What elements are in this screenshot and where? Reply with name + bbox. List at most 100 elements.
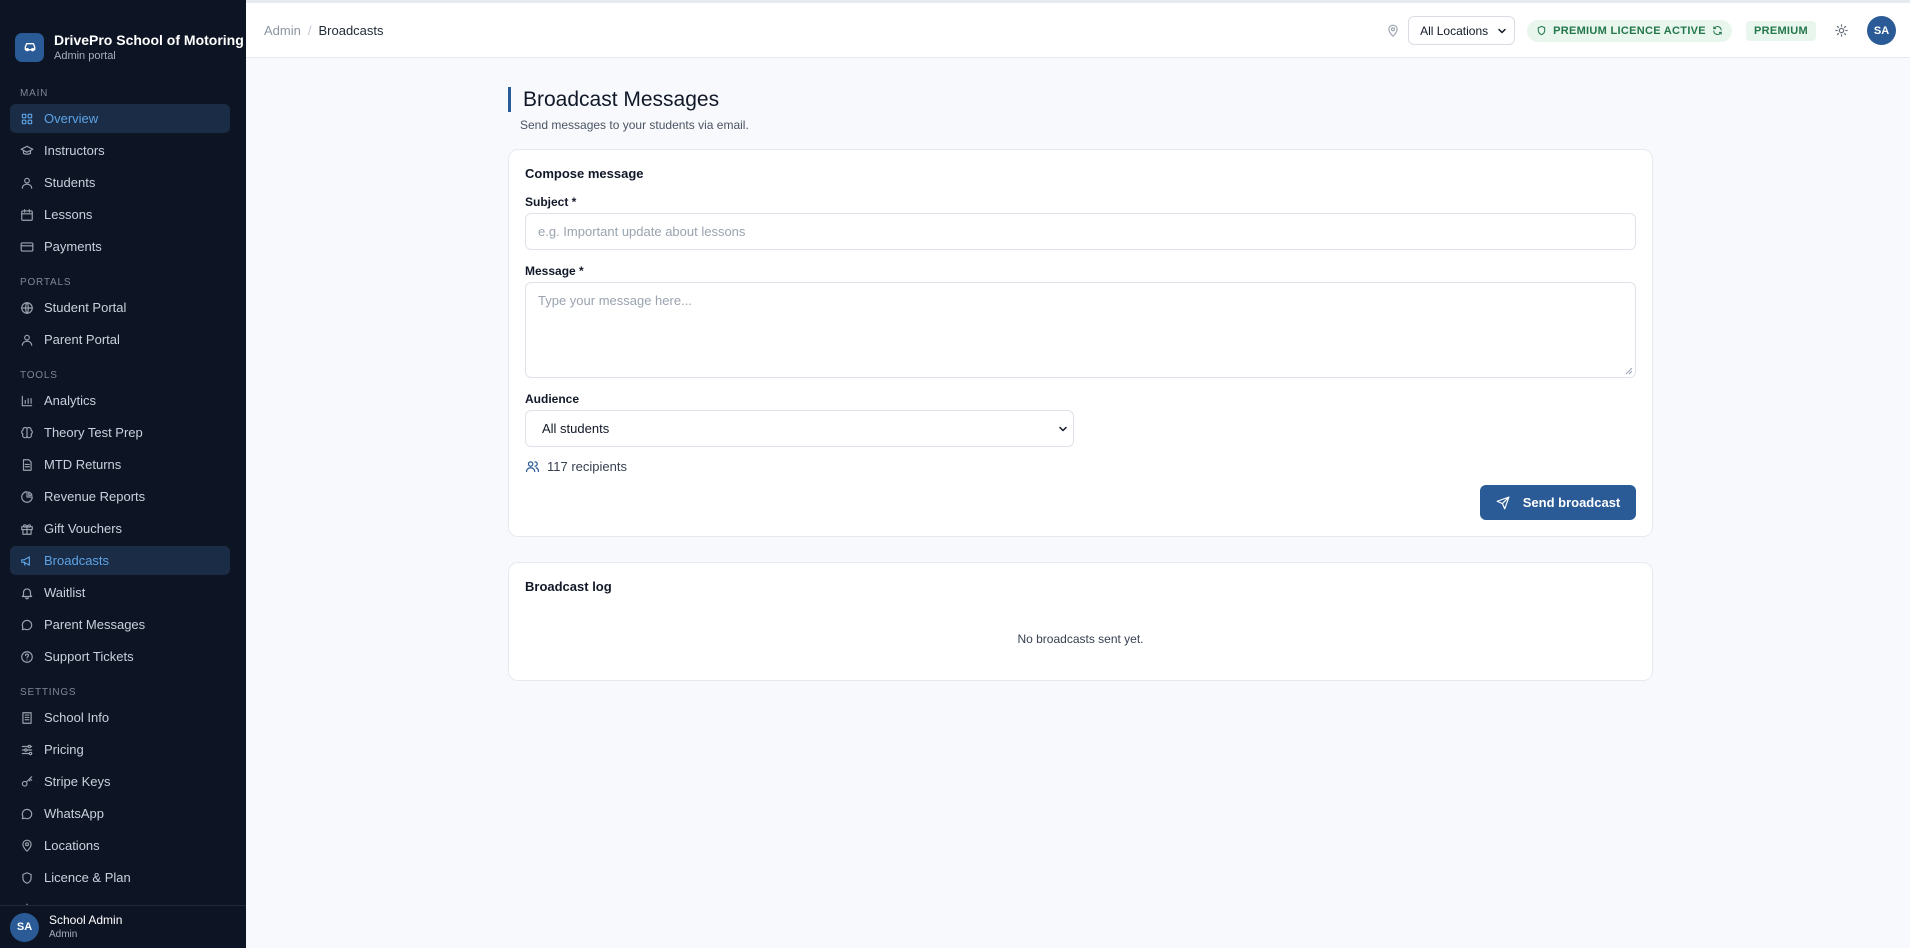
page-title: Broadcast Messages <box>523 87 720 111</box>
gift-icon <box>21 523 33 535</box>
page-subtitle: Send messages to your students via email… <box>520 118 749 132</box>
sidebar-section-label: SETTINGS <box>20 687 77 698</box>
refresh-icon[interactable] <box>1712 25 1723 36</box>
car-icon <box>15 32 44 62</box>
megaphone-icon <box>21 555 30 566</box>
sidebar-item-label: Support Tickets <box>44 649 134 664</box>
brand-name: DrivePro School of Motoring <box>54 32 244 48</box>
sidebar-item-gift-vouchers[interactable]: Gift Vouchers <box>10 514 230 543</box>
sidebar-item-pricing[interactable]: Pricing <box>10 735 230 764</box>
sun-icon[interactable] <box>1834 23 1849 38</box>
chat-icon <box>21 619 33 630</box>
sidebar-item-waitlist[interactable]: Waitlist <box>10 578 230 607</box>
compose-title: Compose message <box>525 166 644 181</box>
sidebar-item-parent-portal[interactable]: Parent Portal <box>10 325 230 354</box>
sidebar-item-label: Parent Portal <box>44 332 120 347</box>
licence-status-text: PREMIUM LICENCE ACTIVE <box>1553 24 1706 37</box>
breadcrumb-current: Broadcasts <box>318 22 384 38</box>
breadcrumb-admin[interactable]: Admin <box>264 23 301 38</box>
user-avatar[interactable]: SA <box>1867 16 1896 45</box>
broadcast-log-empty: No broadcasts sent yet. <box>1017 632 1144 646</box>
broadcast-log-card: Broadcast log No broadcasts sent yet. <box>508 562 1653 681</box>
audience-label: Audience <box>525 392 580 406</box>
sidebar-item-label: Instructors <box>44 143 105 158</box>
subject-placeholder: e.g. Important update about lessons <box>538 224 746 239</box>
avatar: SA <box>10 912 39 942</box>
graduation-cap-icon <box>20 145 34 155</box>
brand-subtitle: Admin portal <box>54 50 116 62</box>
compose-card: Compose message Subject * e.g. Important… <box>508 149 1653 537</box>
grid-icon <box>21 113 33 124</box>
sidebar-item-payments[interactable]: Payments <box>10 232 230 261</box>
sidebar-nav: MAIN Overview Instructors Students Lessons Pa… <box>0 86 246 924</box>
sidebar-item-label: Waitlist <box>44 585 86 600</box>
send-broadcast-button[interactable]: Send broadcast <box>1480 485 1636 520</box>
sidebar-item-school-info[interactable]: School Info <box>10 703 230 732</box>
help-circle-icon <box>21 650 33 663</box>
licence-status-badge: PREMIUM LICENCE ACTIVE <box>1527 19 1732 42</box>
location-select[interactable]: All Locations <box>1408 16 1516 45</box>
sidebar: DrivePro School of Motoring Admin portal… <box>0 0 246 948</box>
shield-icon <box>22 871 32 884</box>
key-icon <box>21 775 33 787</box>
sidebar-item-label: Student Portal <box>44 300 127 315</box>
sidebar-section-label: TOOLS <box>20 370 58 381</box>
main-content: Broadcast Messages Send messages to your… <box>508 58 1653 681</box>
document-icon <box>22 458 32 471</box>
send-icon <box>1496 496 1510 509</box>
subject-input[interactable]: e.g. Important update about lessons <box>525 213 1636 250</box>
sidebar-item-label: Overview <box>44 111 99 126</box>
audience-select[interactable]: All students <box>525 410 1074 447</box>
user-name: School Admin <box>49 913 123 927</box>
subject-label: Subject * <box>525 195 577 209</box>
sidebar-item-label: Pricing <box>44 742 84 757</box>
calendar-icon <box>21 208 33 221</box>
sidebar-item-label: Analytics <box>44 393 97 408</box>
sidebar-item-broadcasts[interactable]: Broadcasts <box>10 546 230 575</box>
sidebar-item-licence-plan[interactable]: Licence & Plan <box>10 863 230 892</box>
sidebar-item-student-portal[interactable]: Student Portal <box>10 293 230 322</box>
sidebar-item-label: Students <box>44 175 96 190</box>
sidebar-item-parent-messages[interactable]: Parent Messages <box>10 610 230 639</box>
sidebar-item-revenue-reports[interactable]: Revenue Reports <box>10 482 230 511</box>
sliders-icon <box>21 744 33 755</box>
sidebar-item-label: Locations <box>44 838 100 853</box>
sidebar-item-label: WhatsApp <box>44 806 104 821</box>
sidebar-item-lessons[interactable]: Lessons <box>10 200 230 229</box>
breadcrumb-separator: / <box>307 22 312 38</box>
resize-handle-icon[interactable] <box>1625 367 1633 375</box>
sidebar-item-whatsapp[interactable]: WhatsApp <box>10 799 230 828</box>
pie-chart-icon <box>21 490 33 503</box>
breadcrumb: Admin / Broadcasts <box>264 23 384 38</box>
sidebar-item-label: Parent Messages <box>44 617 146 632</box>
user-role: Admin <box>49 929 78 940</box>
bell-icon <box>21 587 33 599</box>
topbar: Admin / Broadcasts All Locations PREMIUM… <box>246 0 1910 58</box>
building-icon <box>22 711 32 724</box>
sidebar-item-label: Theory Test Prep <box>44 425 143 440</box>
plan-badge: PREMIUM <box>1745 20 1816 41</box>
sidebar-item-instructors[interactable]: Instructors <box>10 136 230 165</box>
sidebar-item-theory-test-prep[interactable]: Theory Test Prep <box>10 418 230 447</box>
audience-value: All students <box>542 421 610 436</box>
chat-icon <box>21 808 33 819</box>
chevron-down-icon <box>1059 426 1067 432</box>
sidebar-item-analytics[interactable]: Analytics <box>10 386 230 415</box>
recipients-text: 117 recipients <box>547 459 627 474</box>
sidebar-item-stripe-keys[interactable]: Stripe Keys <box>10 767 230 796</box>
sidebar-item-overview[interactable]: Overview <box>10 104 230 133</box>
sidebar-item-label: Lessons <box>44 207 93 222</box>
users-icon <box>525 461 540 473</box>
sidebar-item-support-tickets[interactable]: Support Tickets <box>10 642 230 671</box>
sidebar-section-label: MAIN <box>20 88 49 99</box>
user-icon <box>21 334 33 346</box>
user-icon <box>21 177 33 189</box>
broadcast-log-title: Broadcast log <box>525 579 612 594</box>
brain-icon <box>21 426 33 438</box>
brand: DrivePro School of Motoring Admin portal <box>0 0 246 72</box>
sidebar-item-students[interactable]: Students <box>10 168 230 197</box>
sidebar-item-locations[interactable]: Locations <box>10 831 230 860</box>
sidebar-user[interactable]: SA School Admin Admin <box>0 905 246 948</box>
message-textarea[interactable]: Type your message here... <box>525 282 1636 378</box>
sidebar-item-mtd-returns[interactable]: MTD Returns <box>10 450 230 479</box>
